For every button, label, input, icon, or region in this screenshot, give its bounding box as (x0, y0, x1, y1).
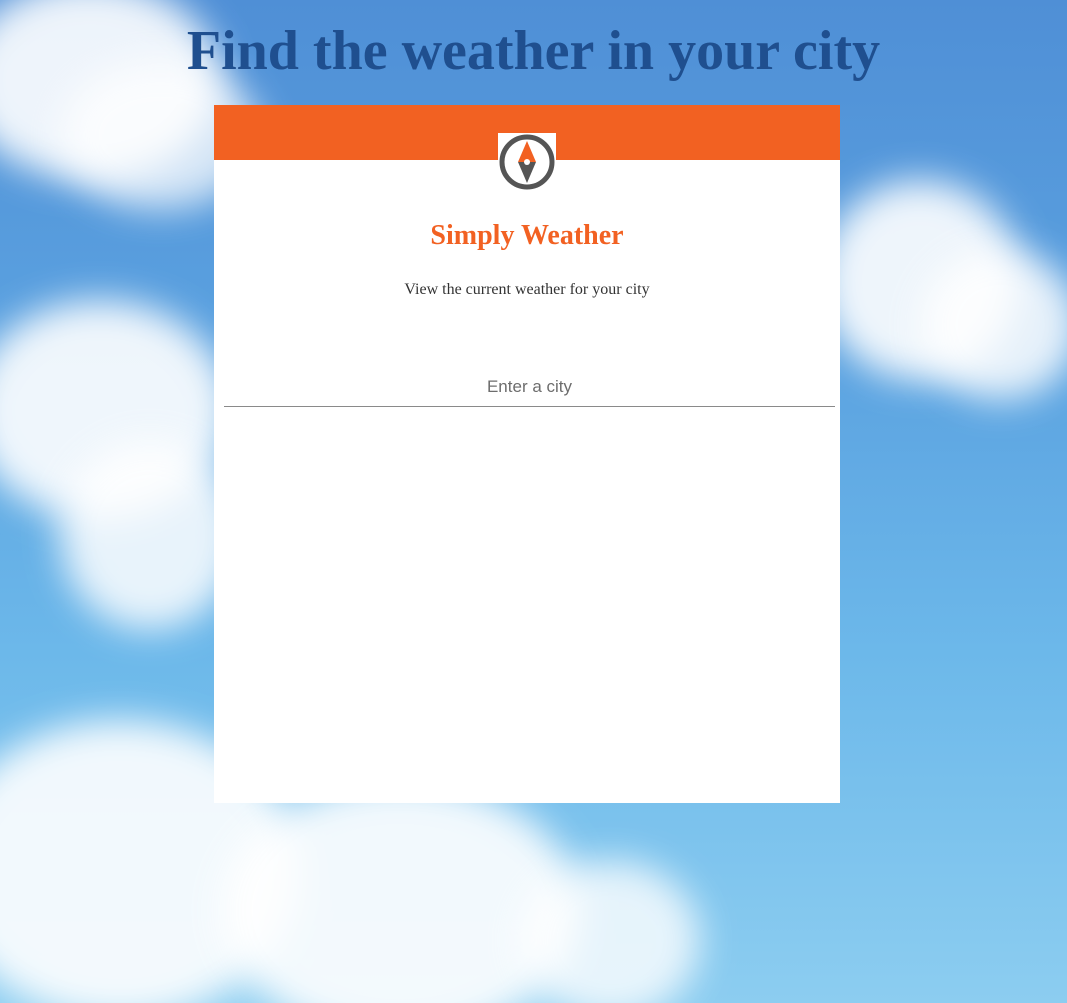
tagline: View the current weather for your city (404, 281, 650, 298)
compass-icon (498, 133, 556, 191)
cloud (920, 250, 1067, 400)
city-search-input[interactable] (224, 367, 835, 407)
cloud (520, 860, 700, 1003)
brand-title: Simply Weather (430, 220, 624, 251)
weather-card: Simply Weather View the current weather … (214, 105, 840, 803)
page-title: Find the weather in your city (186, 20, 881, 82)
cloud (60, 440, 240, 630)
